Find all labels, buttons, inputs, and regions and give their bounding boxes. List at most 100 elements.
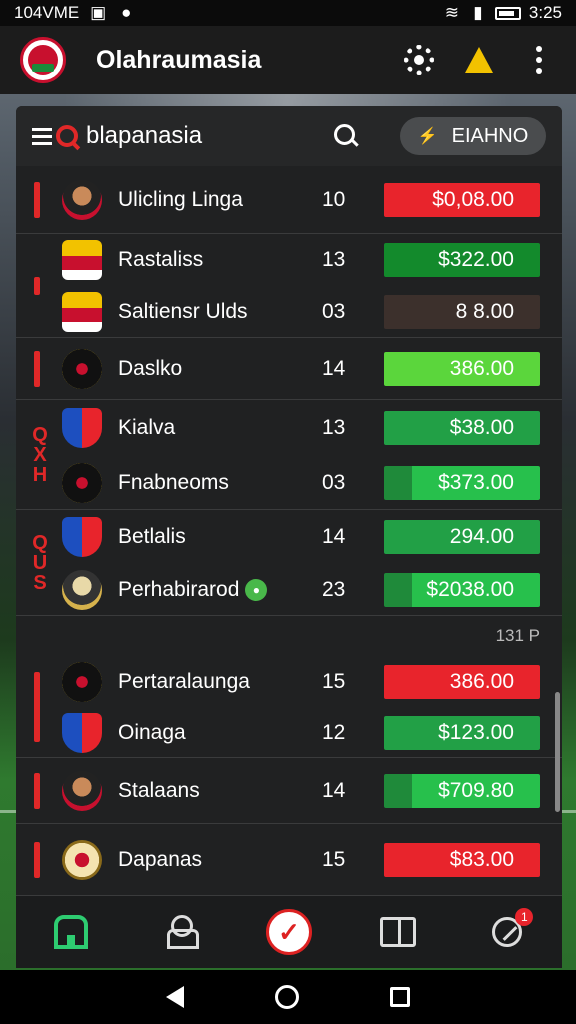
team-name: Rastaliss: [118, 248, 204, 271]
bolt-icon: ⚡: [417, 128, 438, 145]
crest-blue-red-icon: [62, 712, 102, 753]
panel-header: blapanasia ⚡ EIAHNO: [16, 106, 562, 166]
nav-referee[interactable]: 1: [477, 902, 537, 962]
crest-black-gold-icon: [62, 661, 102, 702]
app-title: Olahraumasia: [96, 45, 262, 74]
book-icon: [380, 917, 417, 947]
settings-button[interactable]: [402, 43, 436, 77]
trophy-icon: [465, 47, 493, 73]
team-number: 15: [322, 848, 346, 871]
crest-red-yellow-icon: [62, 292, 102, 332]
home-circle-icon[interactable]: [274, 985, 299, 1009]
team-row[interactable]: Perhabirarod ● 23 $2038.00: [16, 567, 562, 613]
team-group: 131 P Pertaralaunga 15 386.00 Oinaga 12 $123.0…: [16, 616, 562, 758]
team-name: Fnabneoms: [118, 470, 229, 494]
status-bar: 104VME ▣ ● ≋ ▮ 3:25: [0, 0, 576, 26]
gear-icon: [404, 45, 434, 75]
nav-home[interactable]: [41, 902, 101, 962]
bottom-nav: ✓ 1: [16, 896, 562, 968]
system-nav-bar: [0, 970, 576, 1024]
team-row[interactable]: Saltiensr Ulds 03 8 8.00: [16, 289, 562, 335]
crest-player-1-icon: [62, 771, 102, 811]
team-number: 03: [322, 300, 346, 323]
price-button[interactable]: 294.00: [384, 519, 540, 554]
price-button[interactable]: $0,08.00: [384, 183, 540, 217]
team-number: 12: [322, 720, 346, 744]
team-row[interactable]: Kialva 13 $38.00: [16, 405, 562, 451]
check-icon: ✓: [265, 909, 312, 955]
app-bar: Olahraumasia: [0, 26, 576, 94]
price-button[interactable]: $373.00: [384, 465, 540, 500]
carrier-label: 104VME: [14, 3, 80, 22]
team-row[interactable]: Ulicling Linga 10 $0,08.00: [16, 177, 562, 223]
battery-icon: [494, 6, 521, 20]
team-name: Kialva: [118, 415, 176, 439]
team-group: Daslko 14 386.00: [16, 338, 562, 400]
team-name: Oinaga: [118, 720, 186, 744]
notification-icon: ▣: [90, 3, 107, 22]
team-name: Saltiensr Ulds: [118, 300, 248, 323]
nav-players[interactable]: [150, 902, 210, 962]
price-button[interactable]: $83.00: [384, 843, 540, 877]
team-row[interactable]: Betlalis 14 294.00: [16, 514, 562, 560]
crest-player-2-icon: [62, 569, 102, 610]
team-group: Ulicling Linga 10 $0,08.00: [16, 166, 562, 234]
team-row[interactable]: Fnabneoms 03 $373.00: [16, 460, 562, 506]
team-row[interactable]: Pertaralaunga 15 386.00: [16, 659, 562, 705]
notification-badge: 1: [515, 908, 534, 926]
crest-blue-red-icon: [62, 516, 102, 557]
nav-news[interactable]: [368, 902, 428, 962]
team-group: Q U S Betlalis 14 294.00 Perhabirarod ● 23 $203…: [16, 510, 562, 616]
updated-label: 131 P: [495, 626, 540, 645]
price-button[interactable]: 8 8.00: [384, 295, 540, 329]
price-button[interactable]: 386.00: [384, 352, 540, 386]
team-number: 03: [322, 470, 346, 494]
team-name: Pertaralaunga: [118, 669, 250, 693]
nav-picks[interactable]: ✓: [259, 902, 319, 962]
team-name: Perhabirarod ●: [118, 578, 268, 602]
team-row[interactable]: Daslko 14 386.00: [16, 346, 562, 392]
team-group: Stalaans 14 $709.80: [16, 758, 562, 824]
team-row[interactable]: Oinaga 12 $123.00: [16, 710, 562, 756]
team-number: 14: [322, 524, 346, 548]
price-button[interactable]: $322.00: [384, 243, 540, 277]
standings-panel: blapanasia ⚡ EIAHNO Ulicling Linga 10 $0,0…: [16, 106, 562, 968]
price-button[interactable]: $123.00: [384, 715, 540, 750]
more-menu-button[interactable]: [522, 43, 556, 77]
price-button[interactable]: $38.00: [384, 410, 540, 445]
crest-blue-red-icon: [62, 407, 102, 448]
scrollbar[interactable]: [555, 692, 560, 812]
team-number: 13: [322, 248, 346, 271]
team-row[interactable]: Dapanas 15 $83.00: [16, 837, 562, 883]
team-number: 14: [322, 779, 346, 802]
team-number: 23: [322, 577, 346, 601]
trophy-button[interactable]: [462, 43, 496, 77]
app-logo[interactable]: [20, 37, 66, 83]
kebab-icon: [536, 46, 542, 74]
clock: 3:25: [528, 3, 562, 22]
filter-pill-button[interactable]: ⚡ EIAHNO: [400, 117, 546, 155]
team-list: Ulicling Linga 10 $0,08.00 Rastaliss 13 $322.…: [16, 166, 562, 896]
recents-icon[interactable]: [390, 987, 411, 1007]
panel-title: blapanasia: [86, 122, 203, 149]
hamburger-menu-icon[interactable]: [32, 127, 52, 145]
team-number: 15: [322, 669, 346, 693]
wifi-icon: ≋: [444, 3, 460, 22]
team-row[interactable]: Stalaans 14 $709.80: [16, 768, 562, 814]
crest-black-gold-icon: [62, 462, 102, 503]
team-group: Q X H Kialva 13 $38.00 Fnabneoms 03 $373.00: [16, 400, 562, 510]
signal-icon: ▮: [473, 3, 483, 22]
team-number: 13: [322, 415, 346, 439]
team-name: Betlalis: [118, 524, 186, 548]
filter-label: EIAHNO: [451, 124, 529, 147]
search-icon[interactable]: [334, 124, 358, 148]
team-name: Stalaans: [118, 779, 200, 802]
user-icon: [166, 915, 199, 949]
price-button[interactable]: $2038.00: [384, 572, 540, 607]
price-button[interactable]: 386.00: [384, 664, 540, 699]
back-icon[interactable]: [165, 986, 184, 1008]
team-row[interactable]: Rastaliss 13 $322.00: [16, 237, 562, 283]
price-button[interactable]: $709.80: [384, 774, 540, 808]
team-number: 10: [322, 188, 346, 211]
brand-q-icon: [56, 125, 78, 147]
